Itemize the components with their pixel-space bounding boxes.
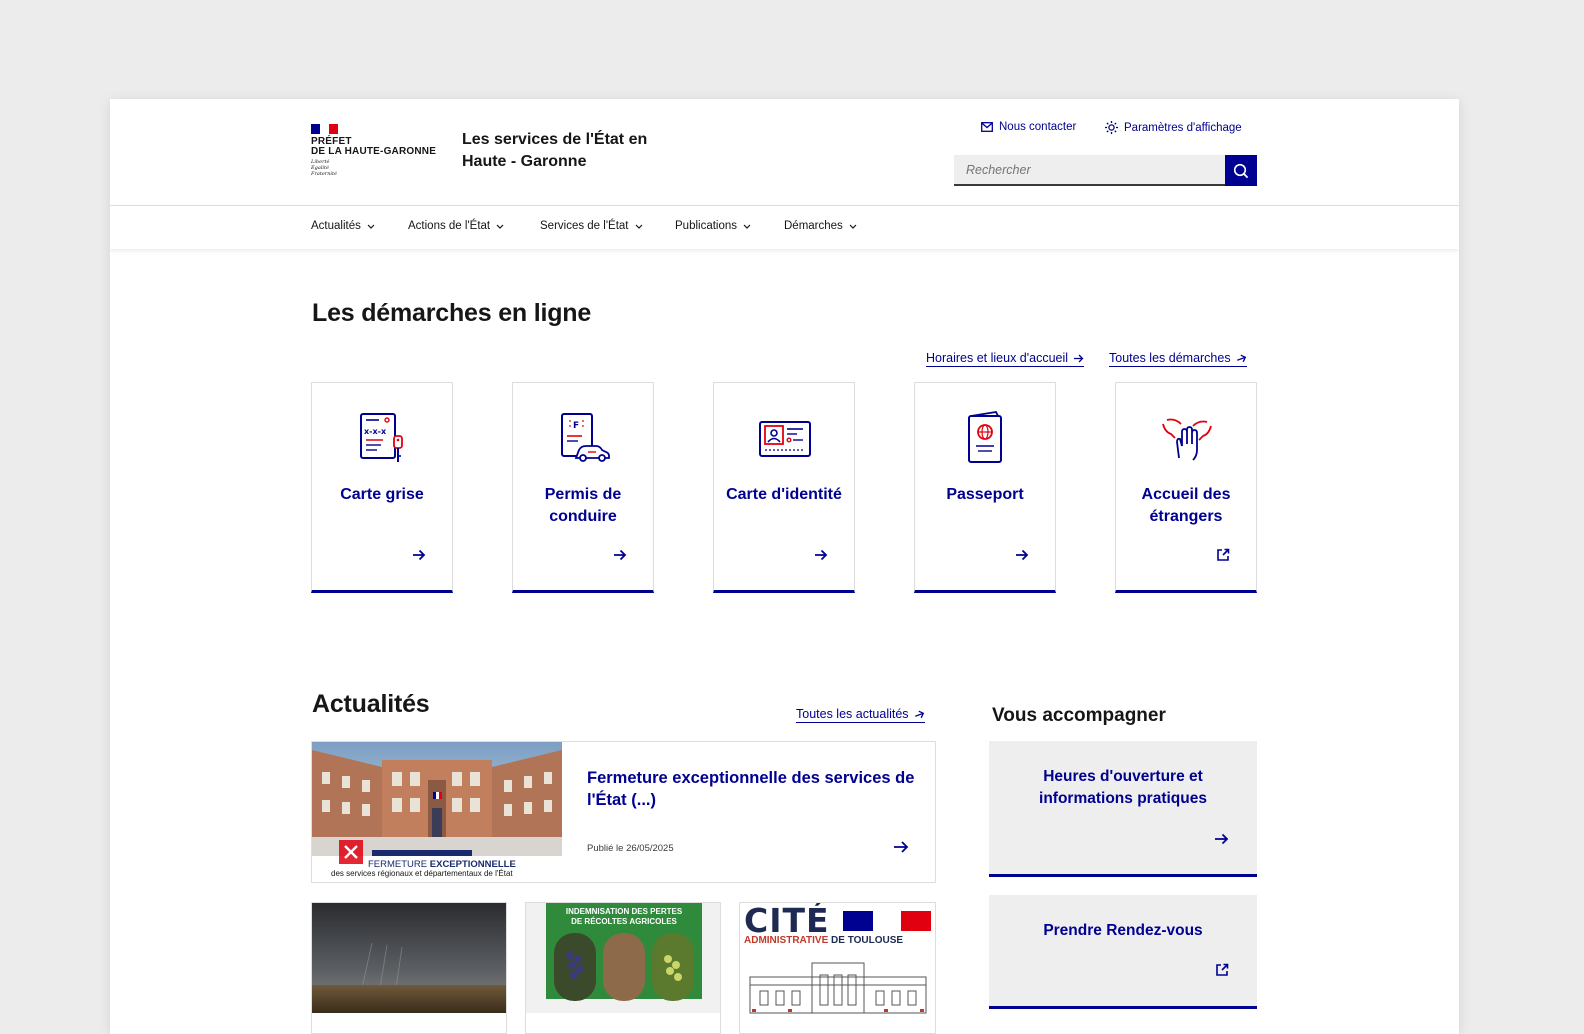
svg-text:x-x-x: x-x-x — [364, 427, 387, 436]
chevron-down-icon — [743, 224, 751, 229]
arrow-right-icon — [1215, 833, 1229, 845]
passport-icon — [968, 411, 1002, 463]
tile-label: Permis de conduire — [544, 486, 622, 525]
search-bar — [954, 155, 1257, 186]
flag-white — [873, 911, 901, 931]
horaires-link-label: Horaires et lieux d'accueil — [926, 351, 1069, 365]
tile-carte-identite[interactable]: Carte d'identité — [713, 382, 855, 593]
mail-icon — [981, 122, 993, 132]
nav-item-demarches[interactable]: Démarches — [784, 220, 857, 232]
demarches-section-title: Les démarches en ligne — [312, 299, 592, 327]
nav-item-actualites[interactable]: Actualités — [311, 220, 375, 232]
tile-label: Passeport — [946, 486, 1024, 503]
arrow-right-icon — [413, 549, 426, 561]
sun-icon — [1105, 121, 1118, 134]
horaires-link[interactable]: Horaires et lieux d'accueil — [926, 351, 1085, 367]
display-settings-label: Paramètres d'affichage — [1124, 121, 1242, 134]
news-image: FERMETURE EXCEPTIONNELLE des services ré… — [312, 742, 562, 882]
site-title[interactable]: Les services de l'État en Haute - Garonn… — [462, 129, 682, 173]
nav-item-actions-etat[interactable]: Actions de l'État — [408, 220, 504, 232]
toutes-demarches-label: Toutes les démarches — [1109, 351, 1231, 365]
tile-permis-de-conduire[interactable]: F Permis de conduire — [512, 382, 654, 593]
tile-passeport[interactable]: Passeport — [914, 382, 1056, 593]
news-thumb-storm[interactable] — [311, 902, 507, 1034]
nav-item-label: Démarches — [784, 220, 843, 232]
prefecture-logo-text[interactable]: PRÉFET DE LA HAUTE-GARONNE — [311, 137, 436, 157]
storm-photo — [312, 903, 506, 1013]
toutes-actualites-link[interactable]: Toutes les actualités — [796, 707, 925, 723]
toutes-demarches-link[interactable]: Toutes les démarches — [1109, 351, 1247, 367]
card-prendre-rendez-vous[interactable]: Prendre Rendez-vous — [989, 895, 1257, 1009]
news-thumb-indemnisation[interactable]: INDEMNISATION DES PERTES DE RÉCOLTES AGR… — [525, 902, 721, 1034]
tile-label: Accueil des étrangers — [1141, 486, 1231, 525]
logo-line-2: DE LA HAUTE-GARONNE — [311, 146, 437, 157]
news-thumb-cite-administrative[interactable]: CITÉ ADMINISTRATIVE DE TOULOUSE — [739, 902, 936, 1034]
cite-subtitle-part-1: ADMINISTRATIVE — [744, 935, 829, 946]
arrow-right-icon — [614, 549, 627, 561]
display-settings-link[interactable]: Paramètres d'affichage — [1105, 121, 1242, 134]
news-title[interactable]: Fermeture exceptionnelle des services de… — [587, 767, 917, 811]
chevron-down-icon — [496, 224, 504, 229]
id-card-icon — [759, 421, 811, 457]
arrow-right-icon — [894, 841, 909, 853]
tile-carte-grise[interactable]: x-x-x Carte grise — [311, 382, 453, 593]
card-title: Prendre Rendez-vous — [1043, 922, 1203, 939]
motto-fraternite: Fraternité — [311, 171, 337, 177]
arrow-right-icon — [1016, 549, 1029, 561]
nav-item-label: Actions de l'État — [408, 220, 491, 232]
search-icon — [1233, 163, 1249, 178]
news-image-subcaption: des services régionaux et départementaux… — [331, 869, 513, 878]
contact-link-label: Nous contacter — [999, 121, 1077, 133]
cite-subtitle-part-2: DE TOULOUSE — [831, 935, 904, 946]
chevron-down-icon — [635, 224, 642, 229]
arrow-right-icon — [815, 549, 828, 561]
arrow-up-right-icon — [914, 710, 924, 718]
flag-red — [901, 911, 931, 931]
marianne-flag-logo[interactable] — [311, 124, 338, 134]
main-navigation: Actualités Actions de l'État Services de… — [110, 205, 1459, 249]
arrow-right-icon — [1074, 354, 1084, 362]
poster-caption: INDEMNISATION DES PERTES DE RÉCOLTES AGR… — [546, 907, 702, 927]
toutes-actualites-label: Toutes les actualités — [796, 707, 909, 721]
svg-text:F: F — [573, 421, 579, 431]
poster-caption-line-2: DE RÉCOLTES AGRICOLES — [571, 917, 677, 926]
chevron-down-icon — [849, 224, 857, 229]
page: PRÉFET DE LA HAUTE-GARONNE Liberté Égali… — [110, 99, 1459, 1034]
external-link-icon — [1217, 548, 1230, 561]
external-link-icon — [1216, 963, 1229, 976]
contact-link[interactable]: Nous contacter — [981, 121, 1076, 133]
nav-item-label: Services de l'État — [540, 220, 629, 232]
arrow-up-right-icon — [1236, 354, 1246, 362]
poster-caption-line-1: INDEMNISATION DES PERTES — [565, 907, 683, 916]
actualites-section-title: Actualités — [312, 690, 430, 718]
flag-blue — [843, 911, 873, 931]
chevron-down-icon — [367, 224, 375, 229]
card-heures-ouverture[interactable]: Heures d'ouverture et informations prati… — [989, 741, 1257, 877]
nav-item-services-etat[interactable]: Services de l'État — [540, 220, 643, 232]
nav-item-label: Actualités — [311, 220, 361, 232]
search-input[interactable] — [954, 155, 1225, 186]
news-card-main[interactable]: FERMETURE EXCEPTIONNELLE des services ré… — [311, 741, 936, 883]
search-button[interactable] — [1225, 155, 1257, 186]
building-drawing — [749, 962, 927, 1014]
cite-subtitle: ADMINISTRATIVE DE TOULOUSE — [744, 935, 903, 946]
tile-label: Carte d'identité — [726, 486, 842, 503]
nav-item-label: Publications — [675, 220, 738, 232]
car-registration-icon: x-x-x — [360, 413, 403, 462]
news-date: Publié le 26/05/2025 — [587, 843, 674, 854]
driving-license-icon: F — [561, 413, 610, 462]
republic-motto: Liberté Égalité Fraternité — [311, 159, 337, 177]
accompagner-section-title: Vous accompagner — [992, 705, 1166, 726]
tile-accueil-etrangers[interactable]: Accueil des étrangers — [1115, 382, 1257, 593]
foreigners-welcome-icon — [1162, 418, 1212, 461]
card-title: Heures d'ouverture et informations prati… — [1039, 768, 1207, 807]
tile-label: Carte grise — [340, 486, 424, 503]
nav-item-publications[interactable]: Publications — [675, 220, 751, 232]
